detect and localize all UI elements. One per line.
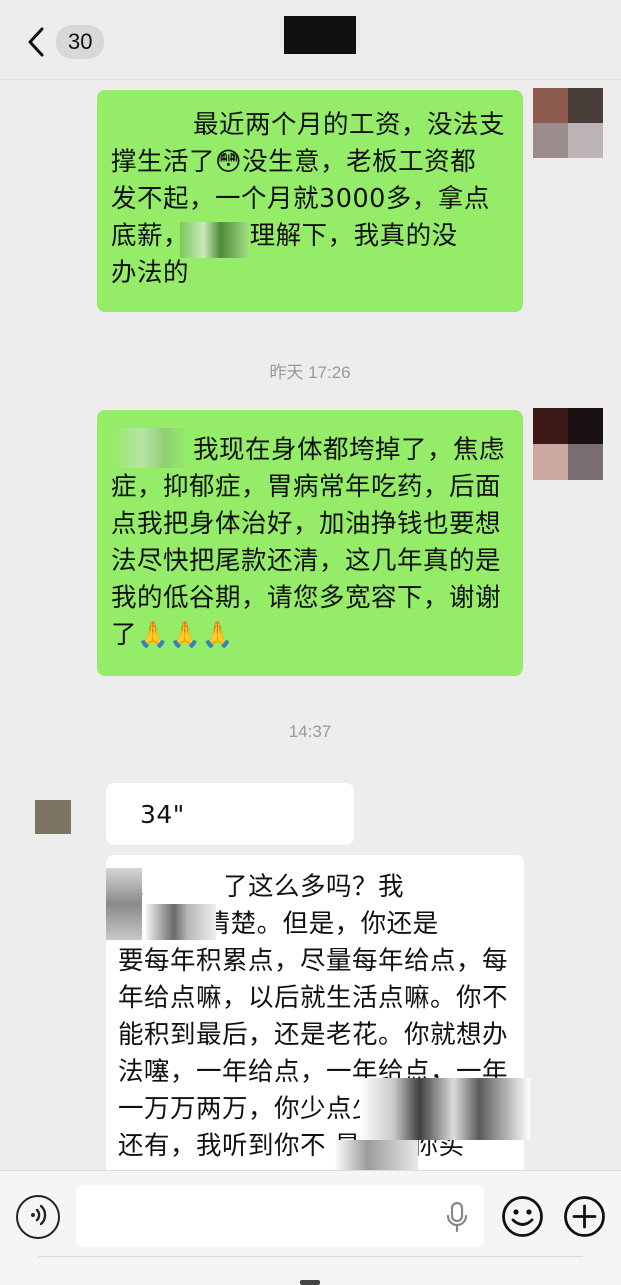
- divider: [38, 1256, 583, 1257]
- home-indicator: [300, 1280, 320, 1285]
- message-timestamp: 昨天 17:26: [269, 363, 351, 382]
- message-line: 法尽快把尾款还清，这几年真的是: [111, 546, 502, 576]
- redacted-mosaic: [106, 868, 142, 940]
- message-line: 能积到最后，还是老花。你就想办: [118, 1020, 509, 1050]
- plus-icon[interactable]: [562, 1194, 607, 1239]
- redacted-mosaic: [180, 222, 248, 258]
- self-avatar[interactable]: [533, 408, 603, 480]
- message-line: 症，抑郁症，胃病常年吃药，后面: [111, 472, 502, 502]
- redacted-mosaic: [106, 797, 140, 831]
- microphone-icon[interactable]: [442, 1201, 472, 1233]
- input-bar: [0, 1170, 621, 1285]
- redacted-mosaic: [146, 868, 226, 904]
- chevron-left-icon: [20, 22, 52, 62]
- message-line: 我的低谷期，请您多宽容下，谢谢: [111, 583, 502, 613]
- voice-mode-button[interactable]: [16, 1195, 60, 1239]
- message-timestamp: 14:37: [288, 722, 332, 741]
- message-line: 发不起，一个月就3000多，拿点: [111, 184, 490, 214]
- voice-message-bubble[interactable]: 34": [106, 783, 354, 845]
- message-line: 办法的: [111, 258, 190, 288]
- redacted-mosaic: [334, 1140, 418, 1170]
- message-input[interactable]: [76, 1185, 484, 1247]
- back-button[interactable]: 30: [20, 22, 110, 62]
- redacted-mosaic: [112, 106, 182, 140]
- redacted-mosaic: [360, 1078, 530, 1140]
- voice-mode-icon: [25, 1202, 51, 1232]
- redacted-mosaic: [146, 904, 216, 940]
- unread-count-badge: 30: [56, 25, 105, 59]
- self-avatar[interactable]: [533, 88, 603, 158]
- message-line: 撑生活了😳没生意，老板工资都: [111, 147, 477, 177]
- voice-duration: 34": [140, 800, 185, 829]
- chat-header: 30: [0, 0, 621, 80]
- emoji-icon[interactable]: [500, 1194, 545, 1239]
- redacted-mosaic: [112, 428, 188, 468]
- message-line: 底薪， 请您理解下，我真的没: [111, 221, 458, 251]
- message-line: 了🙏🙏🙏: [111, 620, 234, 650]
- message-line: 点我把身体治好，加油挣钱也要想: [111, 509, 502, 539]
- chat-title-redacted: [284, 16, 356, 54]
- message-line: 年给点嘛，以后就生活点嘛。你不: [118, 983, 509, 1013]
- contact-avatar[interactable]: [35, 800, 71, 834]
- message-line: 要每年积累点，尽量每年给点，每: [118, 946, 509, 976]
